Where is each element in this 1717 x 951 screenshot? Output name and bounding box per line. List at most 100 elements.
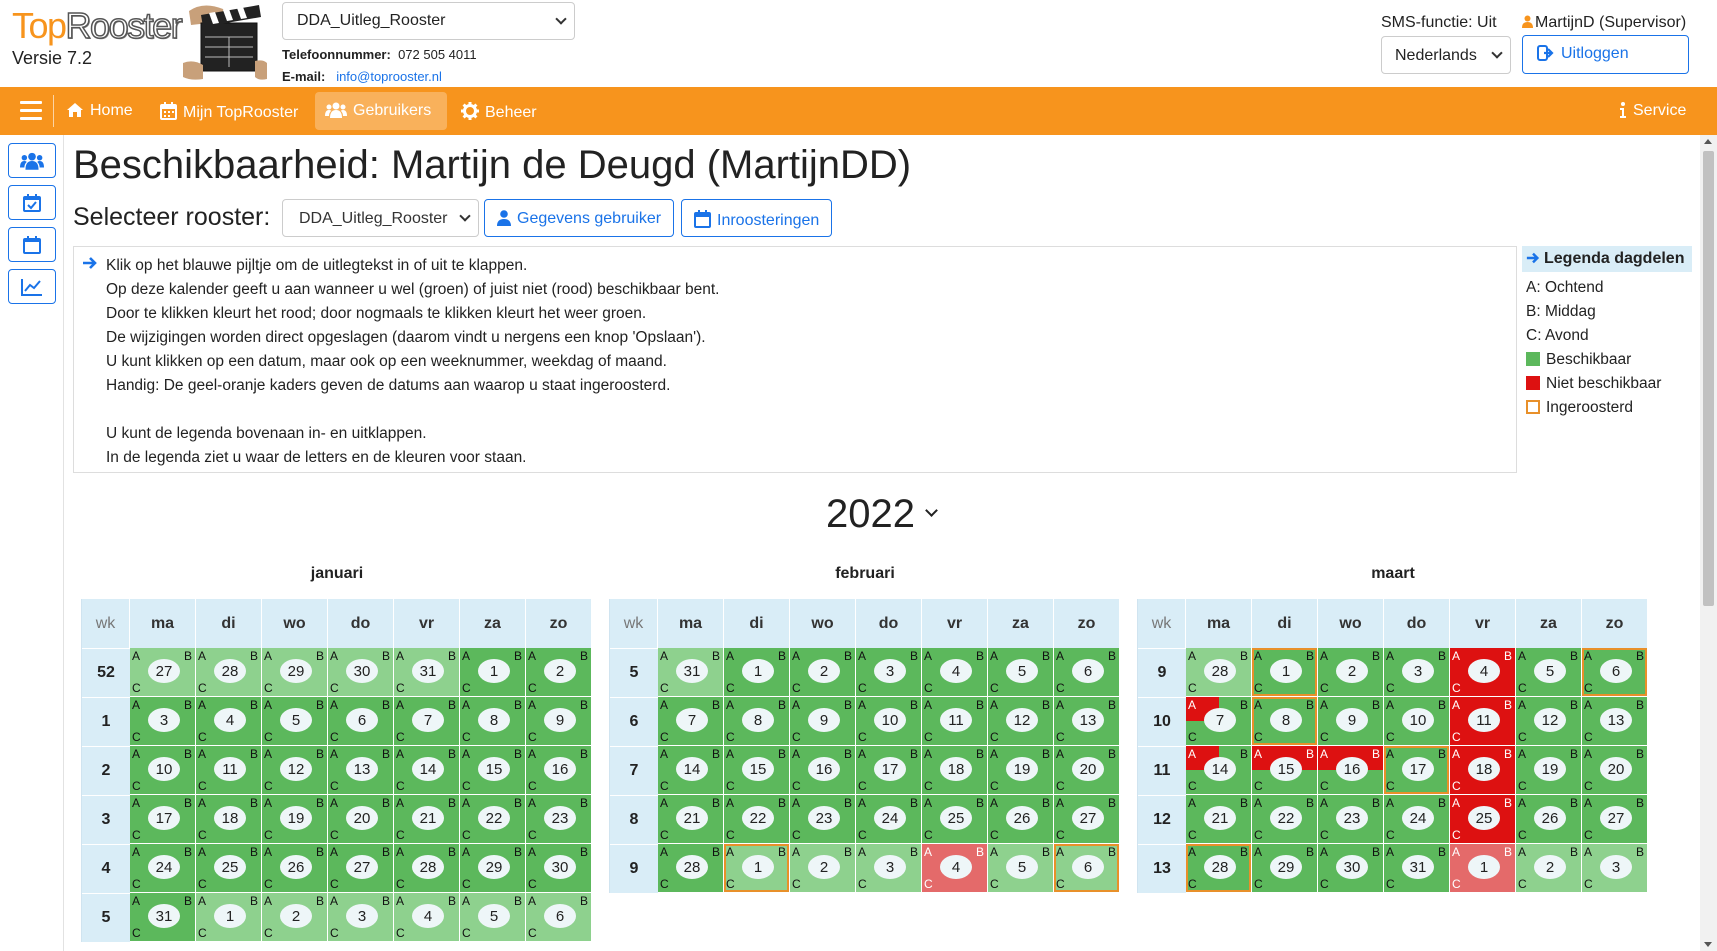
day-cell[interactable]: A B C 16 xyxy=(526,746,592,795)
day-cell[interactable]: A B C 18 xyxy=(196,795,262,844)
day-cell[interactable]: A B C 17 xyxy=(130,795,196,844)
weekday-header-ma[interactable]: ma xyxy=(1186,599,1252,648)
day-cell[interactable]: A B C1 xyxy=(460,648,526,697)
day-cell[interactable]: A B C1 xyxy=(196,893,262,942)
day-cell[interactable]: A B C 30 xyxy=(328,648,394,697)
page-scrollbar[interactable] xyxy=(1700,135,1717,951)
day-cell[interactable]: A B C6 xyxy=(1582,648,1648,697)
day-cell[interactable]: A B C6 xyxy=(328,697,394,746)
day-cell[interactable]: A B C 21 xyxy=(1186,795,1252,844)
day-cell[interactable]: A B C8 xyxy=(1252,697,1318,746)
week-number[interactable]: 1 xyxy=(82,697,130,746)
sidebar-users-button[interactable] xyxy=(8,143,56,178)
month-name[interactable]: januari xyxy=(81,565,593,599)
day-cell[interactable]: A B C 12 xyxy=(1516,697,1582,746)
day-cell[interactable]: A B C 10 xyxy=(1384,697,1450,746)
week-number[interactable]: 3 xyxy=(82,795,130,844)
weekday-header-vr[interactable]: vr xyxy=(922,599,988,648)
week-number[interactable]: 9 xyxy=(610,844,658,893)
day-cell[interactable]: A B C 13 xyxy=(1582,697,1648,746)
day-cell[interactable]: A B C 18 xyxy=(1450,746,1516,795)
day-cell[interactable]: A B C 31 xyxy=(130,893,196,942)
day-cell[interactable]: A B C 14 xyxy=(394,746,460,795)
day-cell[interactable]: A B C6 xyxy=(1054,844,1120,893)
weekday-header-di[interactable]: di xyxy=(1252,599,1318,648)
day-cell[interactable]: A B C 12 xyxy=(262,746,328,795)
weekday-header-ma[interactable]: ma xyxy=(130,599,196,648)
weekday-header-zo[interactable]: zo xyxy=(1582,599,1648,648)
day-cell[interactable]: A B C 21 xyxy=(658,795,724,844)
day-cell[interactable]: A B C 29 xyxy=(460,844,526,893)
day-cell[interactable]: A B C 16 xyxy=(790,746,856,795)
day-cell[interactable]: A B C5 xyxy=(460,893,526,942)
day-cell[interactable]: A B C2 xyxy=(526,648,592,697)
day-cell[interactable]: A B C 18 xyxy=(922,746,988,795)
day-cell[interactable]: A B C3 xyxy=(130,697,196,746)
week-number[interactable]: 6 xyxy=(610,697,658,746)
day-cell[interactable]: A B C1 xyxy=(1450,844,1516,893)
day-cell[interactable]: A B C 29 xyxy=(1252,844,1318,893)
language-select[interactable]: Nederlands xyxy=(1381,36,1511,74)
day-cell[interactable]: A B C 30 xyxy=(526,844,592,893)
week-number[interactable]: 12 xyxy=(1138,795,1186,844)
weekday-header-zo[interactable]: zo xyxy=(526,599,592,648)
weekday-header-di[interactable]: di xyxy=(196,599,262,648)
day-cell[interactable]: A B C5 xyxy=(262,697,328,746)
day-cell[interactable]: A B C 23 xyxy=(1318,795,1384,844)
day-cell[interactable]: A B C1 xyxy=(724,648,790,697)
schedules-button[interactable]: Inroosteringen xyxy=(681,199,833,237)
week-number[interactable]: 11 xyxy=(1138,746,1186,795)
day-cell[interactable]: A B C 12 xyxy=(988,697,1054,746)
day-cell[interactable]: A B C 20 xyxy=(328,795,394,844)
day-cell[interactable]: A B C 31 xyxy=(1384,844,1450,893)
legend-header[interactable]: Legenda dagdelen xyxy=(1522,246,1692,272)
day-cell[interactable]: A B C 27 xyxy=(1054,795,1120,844)
day-cell[interactable]: A B C7 xyxy=(658,697,724,746)
day-cell[interactable]: A B C 15 xyxy=(724,746,790,795)
weekday-header-ma[interactable]: ma xyxy=(658,599,724,648)
day-cell[interactable]: A B C4 xyxy=(196,697,262,746)
day-cell[interactable]: A B C 28 xyxy=(1186,844,1252,893)
weekday-header-di[interactable]: di xyxy=(724,599,790,648)
day-cell[interactable]: A B C4 xyxy=(922,648,988,697)
day-cell[interactable]: A B C 27 xyxy=(130,648,196,697)
day-cell[interactable]: A B C4 xyxy=(922,844,988,893)
hamburger-menu-icon[interactable] xyxy=(20,101,42,121)
year-select[interactable]: 2022 xyxy=(826,492,938,537)
day-cell[interactable]: A B C 29 xyxy=(262,648,328,697)
day-cell[interactable]: A B C2 xyxy=(1318,648,1384,697)
day-cell[interactable]: A B C 19 xyxy=(1516,746,1582,795)
sidebar-schedule-button[interactable] xyxy=(8,227,56,262)
day-cell[interactable]: A B C3 xyxy=(856,648,922,697)
week-number[interactable]: 10 xyxy=(1138,697,1186,746)
week-number[interactable]: 5 xyxy=(610,648,658,697)
week-number[interactable]: 9 xyxy=(1138,648,1186,697)
day-cell[interactable]: A B C 19 xyxy=(988,746,1054,795)
day-cell[interactable]: A B C 22 xyxy=(460,795,526,844)
weekday-header-wo[interactable]: wo xyxy=(1318,599,1384,648)
day-cell[interactable]: A B C2 xyxy=(790,648,856,697)
day-cell[interactable]: A B C 17 xyxy=(1384,746,1450,795)
day-cell[interactable]: A B C8 xyxy=(460,697,526,746)
day-cell[interactable]: A B C5 xyxy=(988,648,1054,697)
day-cell[interactable]: A B C 11 xyxy=(1450,697,1516,746)
day-cell[interactable]: A B C 25 xyxy=(922,795,988,844)
week-number[interactable]: 52 xyxy=(82,648,130,697)
day-cell[interactable]: A B C1 xyxy=(724,844,790,893)
day-cell[interactable]: A B C 30 xyxy=(1318,844,1384,893)
day-cell[interactable]: A B C 23 xyxy=(790,795,856,844)
day-cell[interactable]: A B C2 xyxy=(1516,844,1582,893)
weekday-header-za[interactable]: za xyxy=(988,599,1054,648)
day-cell[interactable]: A B C 26 xyxy=(988,795,1054,844)
day-cell[interactable]: A B C 31 xyxy=(394,648,460,697)
day-cell[interactable]: A B C 15 xyxy=(460,746,526,795)
day-cell[interactable]: A B C 24 xyxy=(856,795,922,844)
day-cell[interactable]: A B C 16 xyxy=(1318,746,1384,795)
weekday-header-za[interactable]: za xyxy=(460,599,526,648)
toprooster-logo[interactable]: TopRooster xyxy=(12,5,183,47)
day-cell[interactable]: A B C 13 xyxy=(1054,697,1120,746)
day-cell[interactable]: A B C 26 xyxy=(262,844,328,893)
day-cell[interactable]: A B C 11 xyxy=(196,746,262,795)
day-cell[interactable]: A B C 22 xyxy=(1252,795,1318,844)
weekday-header-do[interactable]: do xyxy=(856,599,922,648)
